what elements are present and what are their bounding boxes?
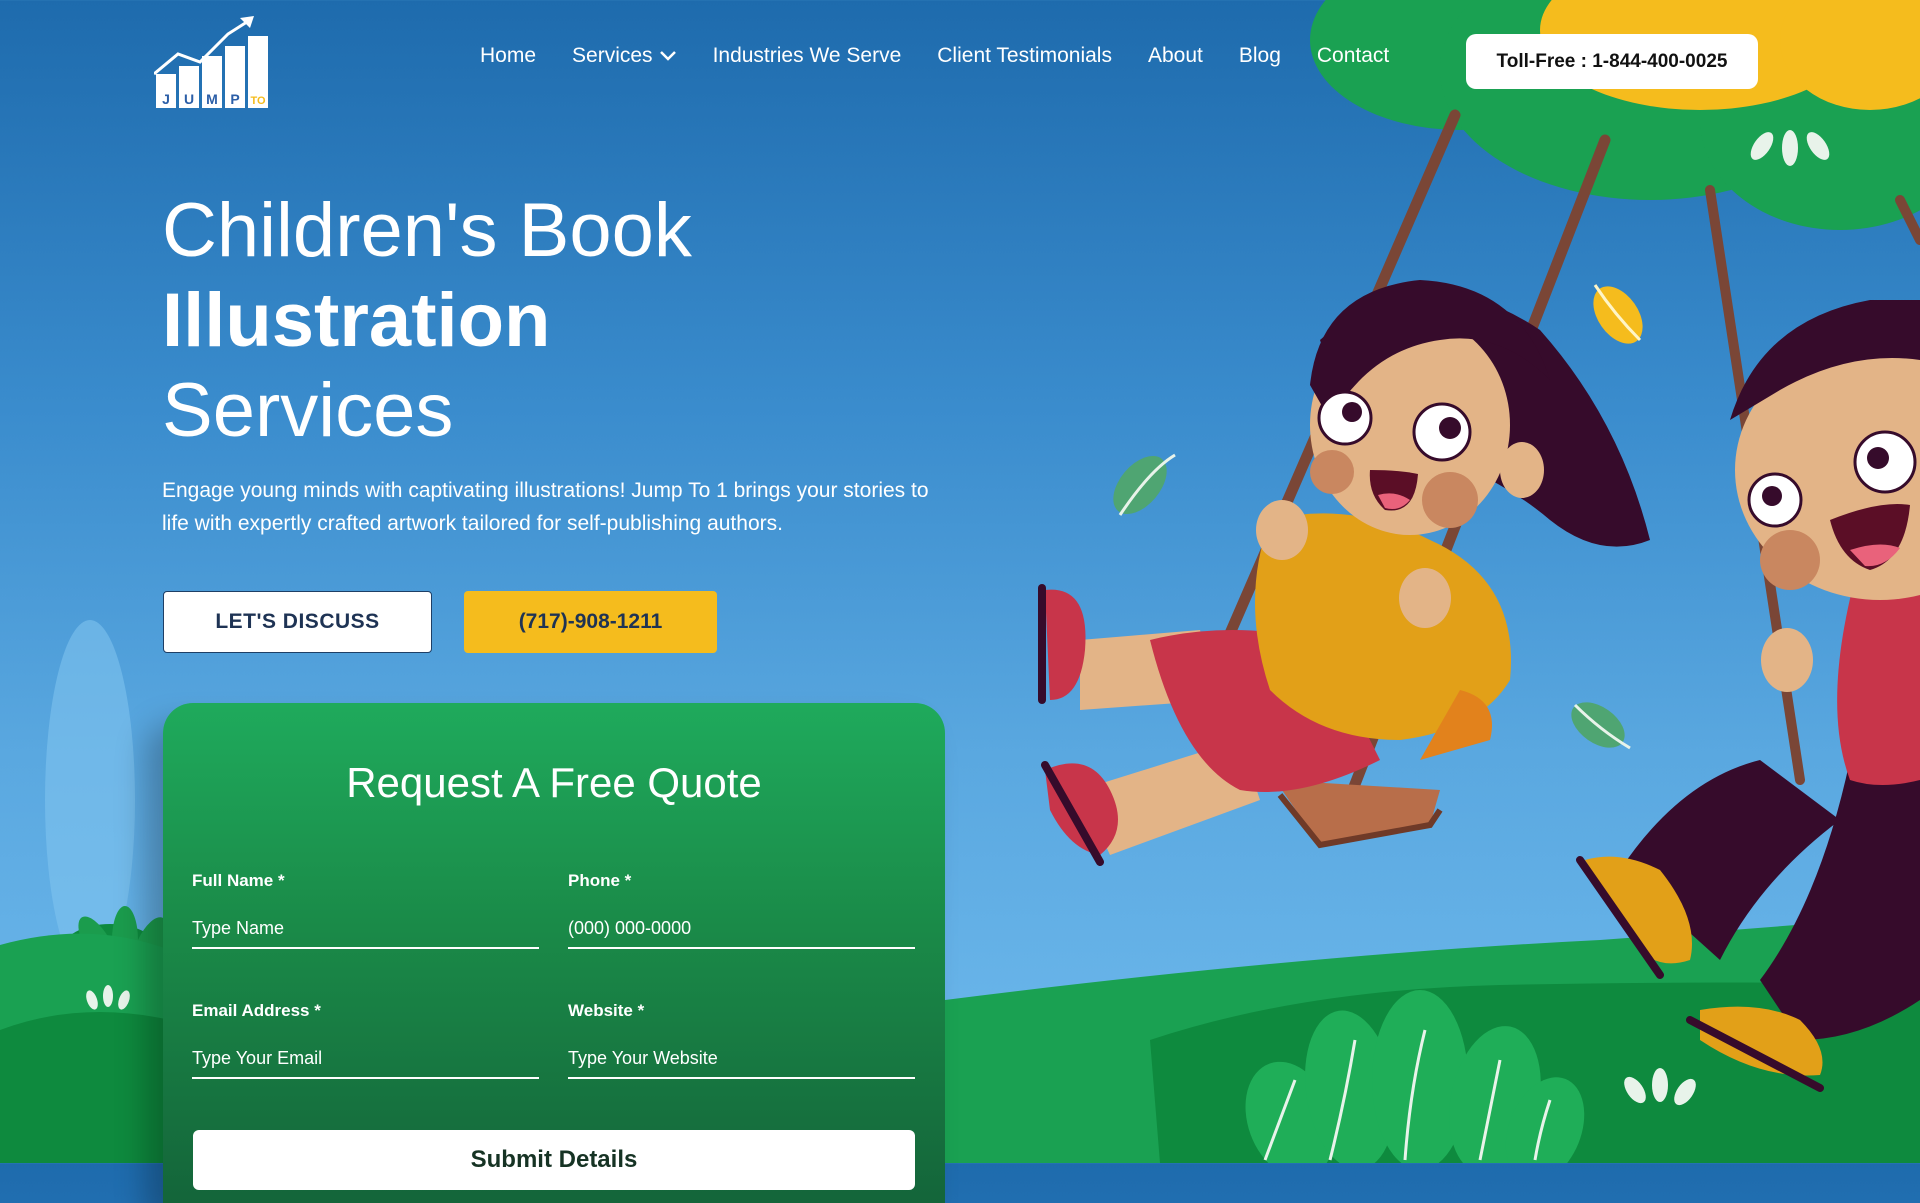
submit-label: Submit Details	[470, 1146, 638, 1173]
phone-label: Phone *	[568, 871, 632, 890]
submit-button[interactable]: Submit Details	[193, 1130, 915, 1190]
page-title: Children's Book Illustration Services	[162, 186, 692, 456]
tollfree-button[interactable]: Toll-Free : 1-844-400-0025	[1466, 34, 1758, 89]
leaves	[1113, 284, 1643, 750]
nav-contact[interactable]: Contact	[1317, 44, 1389, 68]
logo-letter: TO	[250, 95, 266, 107]
nav-about[interactable]: About	[1148, 44, 1203, 68]
logo-letter: P	[230, 91, 239, 107]
chevron-down-icon	[659, 51, 676, 61]
quote-form: Request A Free Quote Full Name * Phone *…	[163, 703, 945, 1203]
nav-label: Home	[480, 44, 537, 67]
email-label: Email Address *	[192, 1001, 321, 1020]
nav-label: Contact	[1316, 44, 1390, 67]
logo-letter: J	[162, 91, 170, 107]
tollfree-label: Toll-Free : 1-844-400-0025	[1496, 50, 1728, 72]
phone-label: (717)-908-1211	[518, 610, 663, 633]
main-nav: Home Services Industries We Serve Client…	[480, 44, 1425, 68]
title-line-2: Illustration	[162, 278, 551, 363]
nav-blog[interactable]: Blog	[1239, 44, 1281, 68]
logo-letter: U	[184, 91, 194, 107]
discuss-label: LET'S DISCUSS	[215, 610, 380, 633]
nav-label: Industries We Serve	[712, 44, 902, 67]
nav-label: Services	[572, 44, 653, 67]
full-name-label: Full Name *	[192, 871, 285, 890]
website-input[interactable]	[568, 1039, 915, 1079]
hero-description: Engage young minds with captivating illu…	[162, 479, 929, 535]
lets-discuss-button[interactable]: LET'S DISCUSS	[163, 591, 432, 653]
nav-label: About	[1147, 44, 1203, 67]
nav-home[interactable]: Home	[480, 44, 536, 68]
nav-label: Client Testimonials	[937, 44, 1112, 67]
bottom-bush	[1245, 990, 1585, 1163]
title-line-1: Children's Book	[162, 188, 692, 273]
email-input[interactable]	[192, 1039, 539, 1079]
logo-graphic: J U M P TO	[153, 16, 268, 108]
nav-industries[interactable]: Industries We Serve	[713, 44, 902, 68]
website-label: Website *	[568, 1001, 645, 1020]
full-name-input[interactable]	[192, 909, 539, 949]
logo-letter: M	[206, 91, 218, 107]
nav-label: Blog	[1238, 44, 1281, 67]
left-bush	[62, 906, 168, 976]
form-title: Request A Free Quote	[346, 759, 762, 806]
girl-character	[1038, 280, 1650, 866]
boy-character	[1576, 300, 1920, 1092]
nav-services[interactable]: Services	[572, 44, 677, 68]
phone-button[interactable]: (717)-908-1211	[464, 591, 717, 653]
nav-testimonials[interactable]: Client Testimonials	[937, 44, 1112, 68]
phone-input[interactable]	[568, 909, 915, 949]
logo[interactable]: J U M P TO	[153, 14, 272, 110]
title-line-3: Services	[162, 368, 454, 453]
